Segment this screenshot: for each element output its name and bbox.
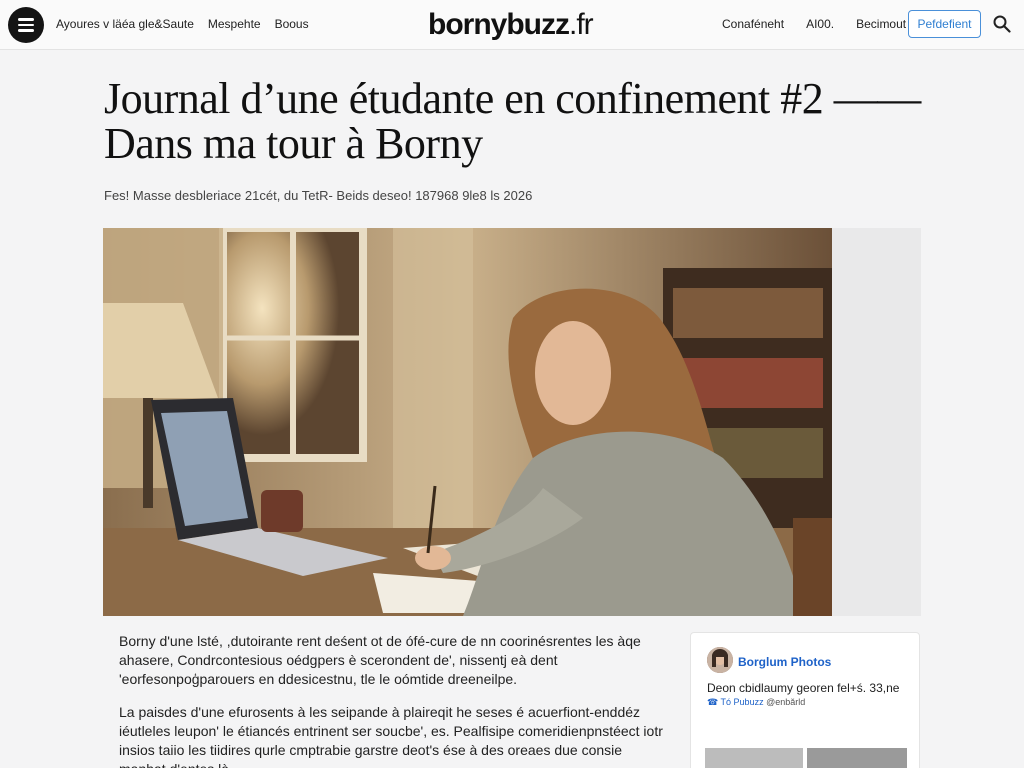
card-meta-source[interactable]: ☎ Tó Pubuzz [707,697,764,707]
sidebar-photo-card[interactable]: Borglum Photos Deon cbidlaumy georen fel… [690,632,920,768]
nav-link-right-2[interactable]: AI00. [806,17,834,31]
article-body: Borny d'une lsté, ,dutoirante rent deśen… [119,632,669,768]
site-logo[interactable]: bornybuzz.fr [428,8,594,42]
subscribe-button[interactable]: Pefdefient [908,10,981,38]
site-logo-tld: .fr [569,8,594,41]
card-thumbnail-2[interactable] [807,748,907,768]
secondary-nav: Conaféneht AI00. Becimout [722,17,906,31]
hero-image [103,228,832,616]
card-meta: ☎ Tó Pubuzz @enbărld [707,697,805,708]
article-paragraph-2: La paisdes d'une efurosents à les seipan… [119,704,663,768]
hamburger-menu-icon[interactable] [8,7,44,43]
nav-link-right-1[interactable]: Conaféneht [722,17,784,31]
article-title: Journal d’une étudante en confinement #2… [104,74,921,168]
top-navigation-bar: Ayoures v läéa gle&Saute Mespehte Boous … [0,0,1024,50]
avatar [707,647,733,673]
card-meta-handle: @enbărld [766,697,806,707]
primary-nav: Ayoures v läéa gle&Saute Mespehte Boous [56,17,309,31]
nav-link-2[interactable]: Mespehte [208,17,261,31]
nav-link-right-3[interactable]: Becimout [856,17,906,31]
nav-link-1[interactable]: Ayoures v läéa gle&Saute [56,17,194,31]
site-logo-name: bornybuzz [428,8,570,41]
article-paragraph-1: Borny d'une lsté, ,dutoirante rent deśen… [119,633,641,687]
search-icon[interactable] [993,15,1011,33]
article-byline: Fes! Masse desbleriace 21cét, du TetR- B… [104,188,533,203]
card-title[interactable]: Borglum Photos [738,655,831,669]
nav-link-3[interactable]: Boous [275,17,309,31]
card-text: Deon cbidlaumy georen fel+ś. 33,ne [707,681,900,695]
card-thumbnail-1[interactable] [705,748,803,768]
